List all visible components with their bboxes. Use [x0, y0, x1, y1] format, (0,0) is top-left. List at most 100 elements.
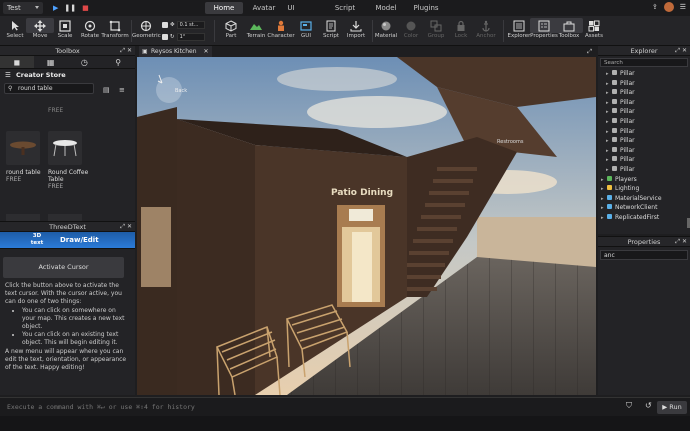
properties-filter-input[interactable]: anc: [600, 250, 688, 260]
explorer-item[interactable]: ▸ Pillar: [598, 136, 690, 146]
scale-button[interactable]: Scale: [51, 18, 79, 39]
tab-recent[interactable]: ◷: [68, 56, 102, 68]
gui-button[interactable]: GUI: [292, 18, 320, 39]
script-icon: [317, 18, 345, 33]
object-icon: [612, 98, 617, 104]
explorer-item[interactable]: ▸ Pillar: [598, 165, 690, 175]
explorer-item[interactable]: ▸ Pillar: [598, 107, 690, 117]
tab-home[interactable]: Home: [205, 2, 243, 14]
stop-icon[interactable]: ■: [82, 4, 89, 12]
transform-button[interactable]: Transform: [101, 18, 129, 39]
share-icon[interactable]: ⇪: [652, 3, 658, 11]
color-button[interactable]: Color: [397, 18, 425, 39]
object-icon: [612, 127, 617, 133]
explorer-item[interactable]: ▸ Pillar: [598, 79, 690, 89]
geometric-button[interactable]: Geometric: [132, 18, 161, 39]
run-button[interactable]: ▶ Run: [657, 401, 687, 414]
avatar[interactable]: [663, 2, 674, 12]
explorer-item[interactable]: ▸ Pillar: [598, 69, 690, 79]
properties-button[interactable]: Properties: [530, 18, 558, 39]
rotate-snap-input[interactable]: 1°: [176, 33, 205, 41]
close-icon[interactable]: ⤢ ✕: [675, 46, 687, 56]
import-button[interactable]: Import: [342, 18, 370, 39]
explorer-item[interactable]: ▸ Pillar: [598, 88, 690, 98]
expand-icon[interactable]: ⤢: [587, 46, 592, 57]
close-icon[interactable]: ✕: [203, 48, 208, 55]
toolbox-search-input[interactable]: ⚲ round table: [4, 83, 94, 94]
explorer-item-label: Pillar: [620, 70, 635, 77]
explorer-item[interactable]: ▸ Pillar: [598, 146, 690, 156]
explorer-item[interactable]: ▸ Players: [598, 175, 690, 185]
explorer-search-input[interactable]: Search: [600, 58, 688, 67]
tab-inventory[interactable]: ◼: [0, 56, 34, 68]
play-icon[interactable]: ▶: [53, 4, 58, 12]
threedtext-logo: 3D text: [30, 233, 44, 246]
snap-move-checkbox[interactable]: [162, 22, 168, 28]
project-dropdown[interactable]: Test: [3, 2, 43, 14]
tab-model[interactable]: Model: [374, 2, 398, 14]
move-snap-input[interactable]: 0.1 st...: [176, 21, 205, 29]
explorer-item-label: Pillar: [620, 165, 635, 173]
toolbox-item[interactable]: Round Coffee Table FREE: [48, 131, 92, 190]
tab-plugins[interactable]: Plugins: [413, 2, 439, 14]
command-bar: Execute a command with ⌘↵ or use ⌘⇧4 for…: [0, 397, 690, 416]
tab-avatar[interactable]: Avatar: [249, 2, 279, 14]
terrain-button[interactable]: Terrain: [242, 18, 270, 39]
script-button[interactable]: Script: [317, 18, 345, 39]
lock-button[interactable]: Lock: [447, 18, 475, 39]
tab-ui[interactable]: UI: [283, 2, 299, 14]
toolbox-item[interactable]: round table FREE: [6, 131, 50, 183]
snap-move-setting[interactable]: ✥ 0.1 st...: [162, 21, 205, 29]
settings-icon[interactable]: ≡: [119, 86, 125, 94]
explorer-item[interactable]: ▸ NetworkClient: [598, 203, 690, 213]
move-button[interactable]: Move: [26, 18, 54, 39]
command-input[interactable]: Execute a command with ⌘↵ or use ⌘⇧4 for…: [2, 401, 618, 414]
tab-location[interactable]: ⚲: [101, 56, 135, 68]
scale-icon: [51, 18, 79, 33]
filter-icon[interactable]: ▤: [103, 86, 110, 94]
close-icon[interactable]: ⤢ ✕: [120, 222, 132, 232]
tab-reysos-kitchen[interactable]: ▣ Reysos Kitchen ✕: [139, 46, 213, 57]
tab-script[interactable]: Script: [333, 2, 357, 14]
bookmark-icon[interactable]: ⛉: [626, 401, 632, 411]
explorer-item[interactable]: ▸ ReplicatedFirst: [598, 213, 690, 223]
explorer-item[interactable]: ▸ Pillar: [598, 127, 690, 137]
activate-cursor-button[interactable]: Activate Cursor: [3, 257, 124, 278]
round-table-thumbnail: [6, 131, 40, 165]
part-button[interactable]: Part: [217, 18, 245, 39]
explorer-tree[interactable]: ▸ Pillar ▸ Pillar ▸ Pillar ▸ Pillar ▸ Pillar ▸ Pill…: [598, 69, 690, 223]
tab-grid[interactable]: ▦: [34, 56, 68, 68]
character-button[interactable]: Character: [267, 18, 295, 39]
creator-store-header[interactable]: ☰ Creator Store: [0, 69, 135, 81]
group-button[interactable]: Group: [422, 18, 450, 39]
explorer-item[interactable]: ▸ Pillar: [598, 98, 690, 108]
explorer-button[interactable]: Explorer: [505, 18, 533, 39]
object-icon: [612, 89, 617, 95]
notification-icon[interactable]: ☰: [680, 3, 686, 11]
grid-icon: ▦: [46, 57, 55, 67]
anchor-button[interactable]: Anchor: [472, 18, 500, 39]
assets-button[interactable]: Assets: [580, 18, 608, 39]
explorer-item[interactable]: ▸ Pillar: [598, 117, 690, 127]
object-icon: [612, 70, 617, 75]
close-icon[interactable]: ⤢ ✕: [675, 237, 687, 247]
move-icon: [26, 18, 54, 33]
rotate-button[interactable]: Rotate: [76, 18, 104, 39]
material-button[interactable]: Material: [372, 18, 400, 39]
3d-viewport[interactable]: Patio Dining Restrooms Back: [137, 57, 596, 395]
history-icon[interactable]: ↺: [645, 401, 652, 410]
object-icon: [612, 117, 617, 123]
character-icon: [267, 18, 295, 33]
snap-rotate-setting[interactable]: ↻ 1°: [162, 33, 205, 41]
select-button[interactable]: Select: [1, 18, 29, 39]
pause-icon[interactable]: ❚❚: [64, 4, 76, 12]
toolbox-button[interactable]: Toolbox: [555, 18, 583, 39]
explorer-item[interactable]: ▸ MaterialService: [598, 194, 690, 204]
explorer-item-label: Pillar: [620, 79, 635, 87]
menu-icon: ☰: [5, 71, 11, 79]
snap-rotate-checkbox[interactable]: [162, 34, 168, 40]
explorer-item[interactable]: ▸ Pillar: [598, 155, 690, 165]
close-icon[interactable]: ⤢ ✕: [120, 46, 132, 56]
explorer-item[interactable]: ▸ Lighting: [598, 184, 690, 194]
threedtext-panel: ThreeDText ⤢ ✕ 3D text Draw/Edit Activate…: [0, 221, 135, 395]
